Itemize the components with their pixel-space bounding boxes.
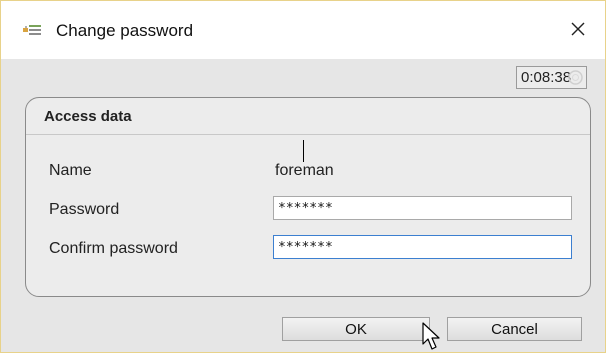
ok-button[interactable]: OK xyxy=(282,317,430,341)
timer-value: 0:08:38 xyxy=(521,69,572,86)
close-icon xyxy=(571,22,585,36)
group-title: Access data xyxy=(44,108,132,125)
confirm-password-label: Confirm password xyxy=(49,240,178,257)
access-data-group: Access data Name foreman Password Confir… xyxy=(25,97,591,297)
password-label: Password xyxy=(49,201,120,218)
cancel-button-label: Cancel xyxy=(491,320,538,338)
password-field[interactable] xyxy=(273,196,572,220)
key-settings-icon xyxy=(22,23,42,39)
confirm-password-field[interactable] xyxy=(273,235,572,259)
session-timer: 0:08:38 xyxy=(516,66,587,89)
text-caret xyxy=(303,140,304,162)
close-button[interactable] xyxy=(563,15,593,43)
dialog-title: Change password xyxy=(56,21,194,40)
cancel-button[interactable]: Cancel xyxy=(447,317,582,341)
title-bar: Change password xyxy=(1,1,605,59)
ok-button-label: OK xyxy=(345,320,367,338)
name-label: Name xyxy=(49,162,92,179)
clock-icon xyxy=(568,70,583,85)
change-password-dialog: Change password 0:08:38 Access data Name… xyxy=(0,0,606,353)
name-value: foreman xyxy=(275,162,334,179)
group-divider xyxy=(26,134,590,135)
